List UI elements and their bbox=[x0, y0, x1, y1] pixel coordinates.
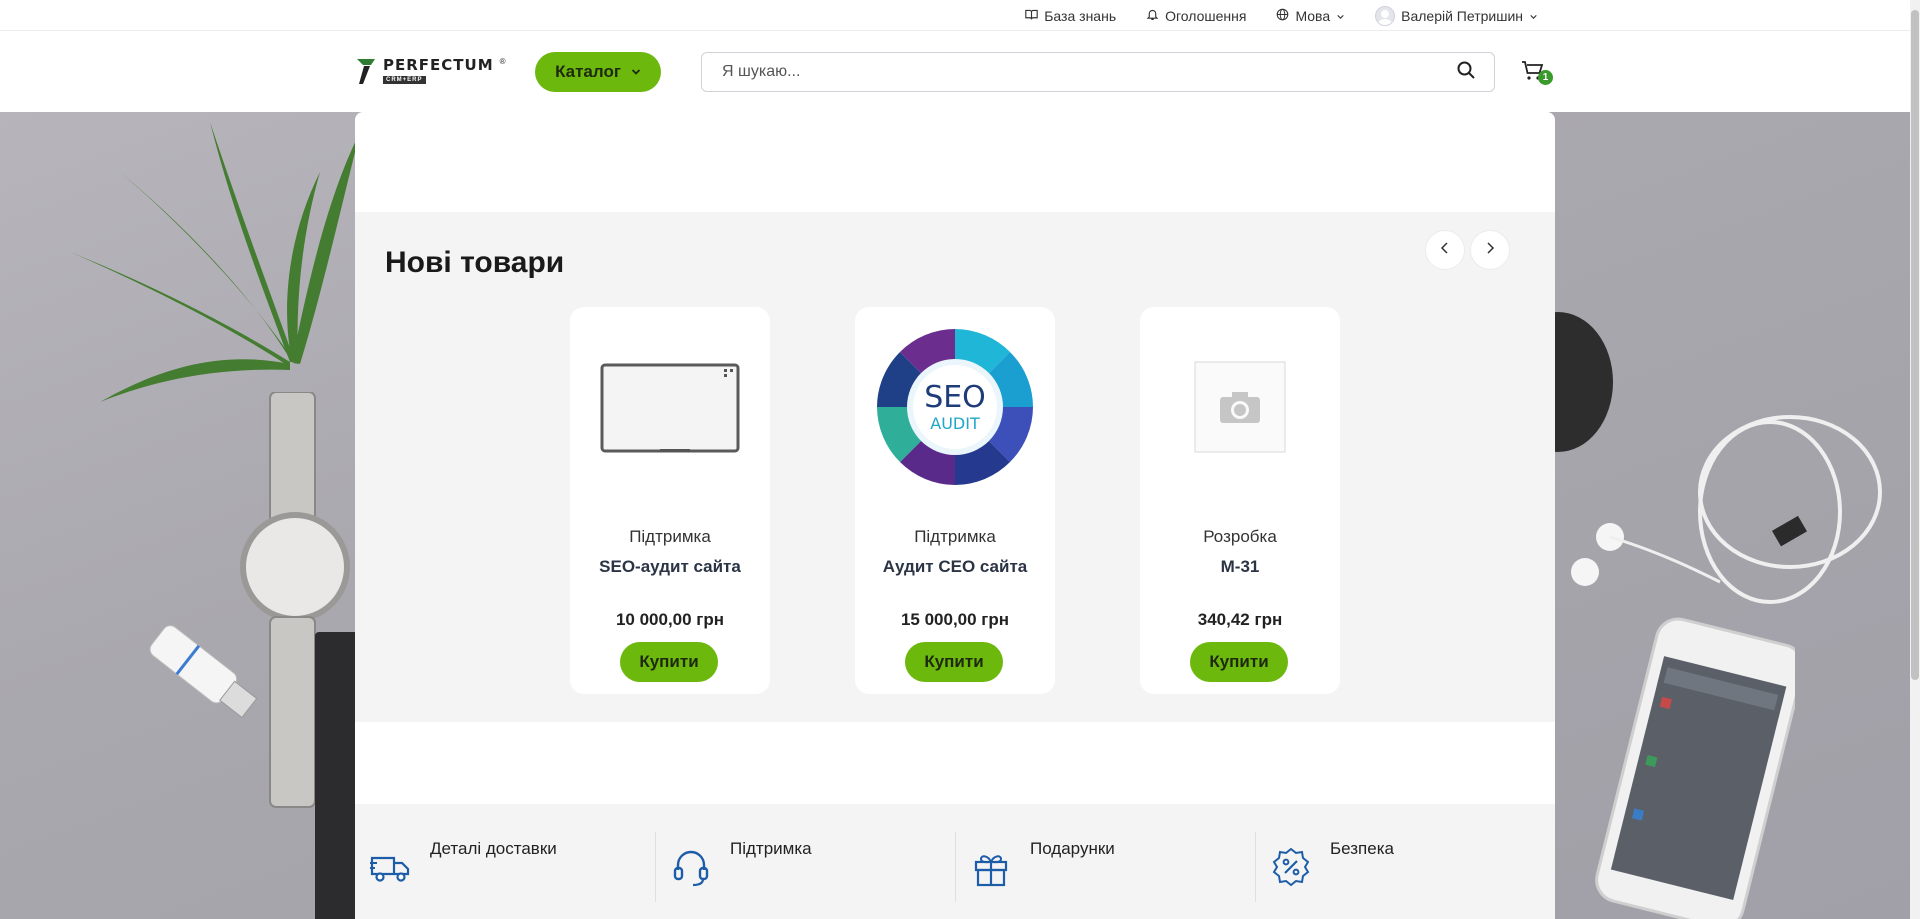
announcements-link[interactable]: Оголошення bbox=[1146, 8, 1246, 24]
headset-icon bbox=[673, 850, 709, 887]
feature-support[interactable]: Підтримка bbox=[655, 804, 955, 919]
mug-decoration bbox=[1548, 312, 1613, 452]
registered-icon: ® bbox=[499, 56, 506, 66]
carousel-next-button[interactable] bbox=[1470, 230, 1510, 270]
product-price: 15 000,00 грн bbox=[900, 610, 1010, 629]
page-scrollbar[interactable] bbox=[1910, 0, 1920, 919]
product-card[interactable]: SEO AUDIT Підтримка Аудит СЕО сайта 15 0… bbox=[855, 307, 1055, 694]
product-category: Розробка bbox=[1203, 527, 1277, 546]
logo-mark-icon bbox=[357, 59, 375, 84]
search-icon[interactable] bbox=[1456, 60, 1476, 85]
main-panel: Нові товари Підтримка SEO-аудит сайта 10… bbox=[355, 112, 1555, 919]
seo-badge-line1: SEO bbox=[924, 380, 986, 415]
feature-label: Безпека bbox=[1330, 839, 1394, 858]
truck-icon bbox=[370, 856, 410, 882]
features-bar: Деталі доставки Підтримка Подарунки Безп… bbox=[355, 804, 1555, 919]
logo-text: PERFECTUM CRM+ERP bbox=[383, 58, 494, 84]
new-products-section: Нові товари Підтримка SEO-аудит сайта 10… bbox=[355, 212, 1555, 722]
logo[interactable]: PERFECTUM CRM+ERP ® bbox=[355, 56, 506, 86]
chevron-left-icon bbox=[1438, 241, 1452, 260]
chevron-down-icon bbox=[1529, 8, 1538, 24]
product-image[interactable] bbox=[1160, 327, 1320, 487]
buy-button[interactable]: Купити bbox=[1190, 642, 1288, 682]
announcements-label: Оголошення bbox=[1165, 7, 1247, 24]
feature-label: Подарунки bbox=[1030, 839, 1115, 858]
product-card[interactable]: Розробка M-31 340,42 грн Купити bbox=[1140, 307, 1340, 694]
book-icon bbox=[1025, 8, 1038, 24]
scrollbar-thumb[interactable] bbox=[1911, 10, 1919, 680]
top-bar: База знань Оголошення Мова Валерій Петри… bbox=[0, 0, 1910, 31]
header: PERFECTUM CRM+ERP ® Каталог 1 bbox=[0, 32, 1910, 112]
user-name: Валерій Петришин bbox=[1401, 7, 1523, 24]
globe-icon bbox=[1276, 8, 1289, 24]
product-image[interactable]: SEO AUDIT bbox=[875, 327, 1035, 487]
buy-button[interactable]: Купити bbox=[905, 642, 1003, 682]
chevron-down-icon bbox=[631, 62, 641, 82]
seo-audit-image: SEO AUDIT bbox=[877, 329, 1033, 485]
search-input[interactable] bbox=[722, 63, 1456, 81]
product-price: 340,42 грн bbox=[1197, 610, 1283, 629]
feature-security[interactable]: Безпека bbox=[1255, 804, 1555, 919]
camera-placeholder-icon bbox=[1194, 361, 1286, 453]
cart-count-badge: 1 bbox=[1538, 70, 1553, 85]
avatar bbox=[1375, 5, 1396, 26]
product-category: Підтримка bbox=[914, 527, 996, 546]
carousel-prev-button[interactable] bbox=[1425, 230, 1465, 270]
cart-button[interactable]: 1 bbox=[1521, 59, 1555, 89]
product-category: Підтримка bbox=[629, 527, 711, 546]
usb-drive-decoration bbox=[149, 625, 258, 719]
logo-name: PERFECTUM bbox=[383, 56, 494, 74]
product-price: 10 000,00 грн bbox=[615, 610, 725, 629]
top-bar-links: База знань Оголошення Мова Валерій Петри… bbox=[1025, 0, 1538, 31]
catalog-label: Каталог bbox=[555, 62, 621, 81]
product-name[interactable]: SEO-аудит сайта bbox=[570, 557, 770, 577]
product-name[interactable]: Аудит СЕО сайта bbox=[855, 557, 1055, 577]
user-menu[interactable]: Валерій Петришин bbox=[1375, 5, 1538, 26]
chevron-down-icon bbox=[1336, 8, 1345, 24]
whiteboard-image bbox=[600, 363, 740, 453]
chevron-right-icon bbox=[1483, 241, 1497, 260]
buy-button[interactable]: Купити bbox=[620, 642, 718, 682]
notebook-decoration bbox=[315, 632, 360, 919]
bell-icon bbox=[1146, 8, 1159, 24]
feature-label: Деталі доставки bbox=[430, 839, 557, 858]
feature-label: Підтримка bbox=[730, 839, 812, 858]
knowledge-base-label: База знань bbox=[1044, 7, 1117, 24]
language-label: Мова bbox=[1295, 7, 1331, 24]
product-card[interactable]: Підтримка SEO-аудит сайта 10 000,00 грн … bbox=[570, 307, 770, 694]
product-name[interactable]: M-31 bbox=[1140, 557, 1340, 577]
gift-icon bbox=[974, 855, 1008, 887]
section-title: Нові товари bbox=[385, 246, 565, 279]
language-selector[interactable]: Мова bbox=[1276, 8, 1345, 24]
seo-badge-line2: AUDIT bbox=[930, 414, 980, 433]
logo-subtitle: CRM+ERP bbox=[383, 76, 426, 84]
feature-gifts[interactable]: Подарунки bbox=[955, 804, 1255, 919]
search-bar bbox=[701, 52, 1495, 92]
catalog-button[interactable]: Каталог bbox=[535, 52, 661, 92]
feature-delivery[interactable]: Деталі доставки bbox=[355, 804, 655, 919]
product-image[interactable] bbox=[590, 327, 750, 487]
knowledge-base-link[interactable]: База знань bbox=[1025, 8, 1116, 24]
earphones-decoration bbox=[1571, 415, 1882, 604]
discount-badge-icon bbox=[1272, 847, 1310, 887]
